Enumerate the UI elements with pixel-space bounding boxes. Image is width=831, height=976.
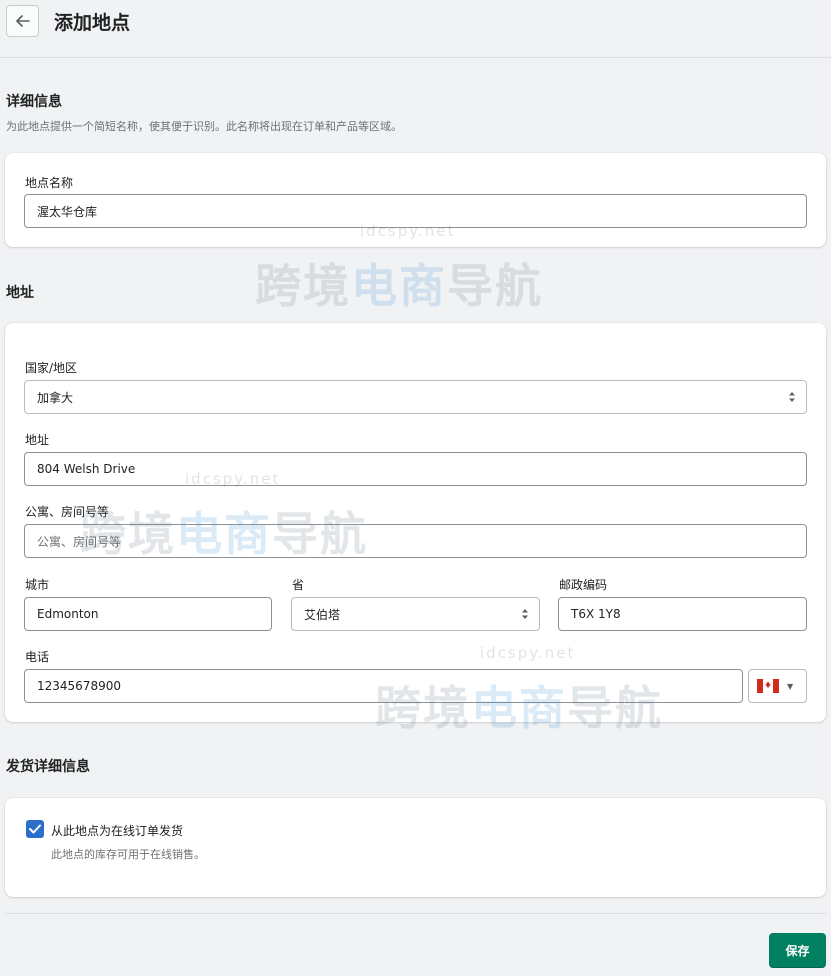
back-button[interactable] [6,5,39,37]
select-arrows-icon [789,392,795,402]
country-select-value: 加拿大 [37,390,74,405]
caret-down-icon: ▼ [787,681,794,691]
country-label: 国家/地区 [25,361,78,375]
details-section-title: 详细信息 [6,94,62,110]
fulfill-online-help: 此地点的库存可用于在线销售。 [51,848,205,861]
location-name-label: 地点名称 [25,176,74,190]
fulfillment-card: 从此地点为在线订单发货 此地点的库存可用于在线销售。 [5,798,826,897]
fulfill-online-checkbox[interactable] [26,820,44,838]
postal-code-input[interactable]: T6X 1Y8 [558,597,807,631]
checkmark-icon [29,824,41,834]
fulfill-online-label[interactable]: 从此地点为在线订单发货 [51,822,183,839]
location-name-card: 地点名称 渥太华仓库 [5,153,826,247]
postal-code-label: 邮政编码 [559,578,608,592]
page-header: 添加地点 [0,0,831,58]
save-button[interactable]: 保存 [769,933,826,968]
country-select[interactable]: 加拿大 [24,380,807,414]
province-select-value: 艾伯塔 [304,607,341,622]
province-label: 省 [292,578,305,592]
apartment-input[interactable]: 公寓、房间号等 [24,524,807,558]
watermark-text: 跨境电商导航 [255,259,543,313]
canada-flag-icon: ♦ [757,679,779,693]
select-arrows-icon [522,609,528,619]
phone-country-select[interactable]: ♦ ▼ [748,669,807,703]
fulfillment-section-title: 发货详细信息 [6,759,90,775]
footer-divider [5,913,826,914]
address-input[interactable]: 804 Welsh Drive [24,452,807,486]
address-section-title: 地址 [6,285,34,301]
city-label: 城市 [25,578,50,592]
location-name-input[interactable]: 渥太华仓库 [24,194,807,228]
page-title: 添加地点 [54,12,131,34]
address-card: 国家/地区 加拿大 地址 804 Welsh Drive 公寓、房间号等 公寓、… [5,323,826,722]
apartment-label: 公寓、房间号等 [25,505,110,519]
address-label: 地址 [25,433,50,447]
details-section-description: 为此地点提供一个简短名称，使其便于识别。此名称将出现在订单和产品等区域。 [6,120,402,133]
phone-label: 电话 [25,650,50,664]
phone-input[interactable]: 12345678900 [24,669,743,703]
province-select[interactable]: 艾伯塔 [291,597,540,631]
city-input[interactable]: Edmonton [24,597,272,631]
arrow-left-icon [15,15,30,27]
